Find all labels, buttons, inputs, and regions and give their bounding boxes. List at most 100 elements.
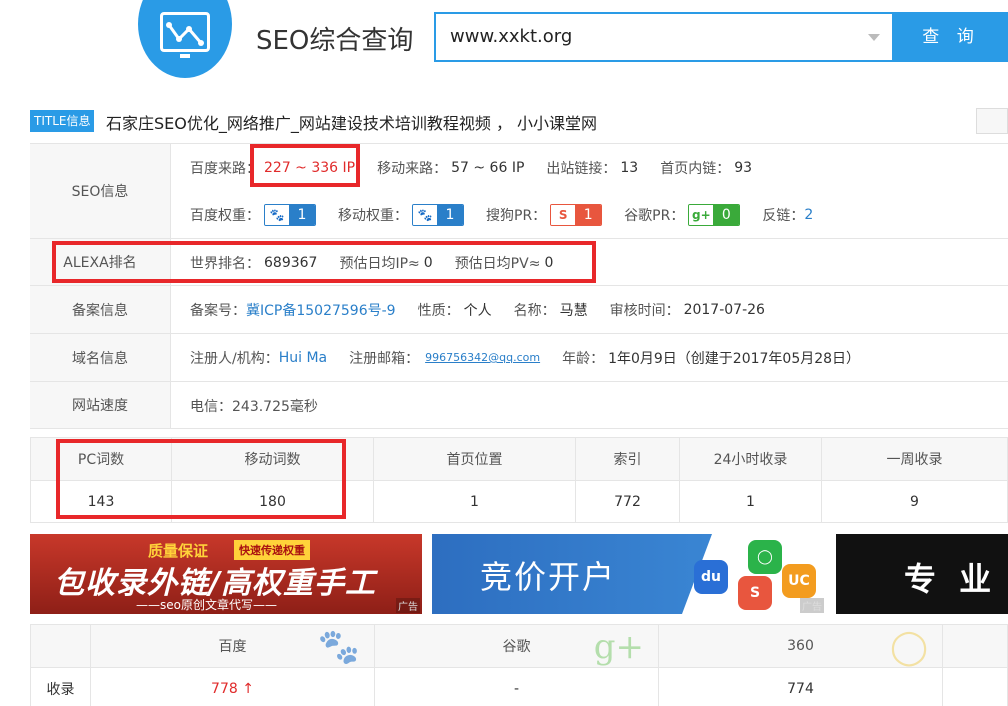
column-header: 移动词数 [171, 437, 374, 481]
sogou-icon: S [551, 204, 576, 225]
empty-cell [942, 667, 1008, 706]
sogou-pr-label: 搜狗PR： [486, 207, 547, 224]
alexa-row: ALEXA排名 世界排名： 689367 预估日均IP≈ 0 预估日均PV≈ 0 [30, 239, 1008, 286]
column-header: 索引 [575, 437, 680, 481]
ad-label: 广告 [396, 598, 420, 613]
speed-row: 网站速度 电信：243.725毫秒 [30, 382, 1008, 429]
engine-header-360: 360 ◯ [658, 624, 943, 668]
engine-name: 谷歌 [502, 639, 531, 655]
row-label: 备案信息 [30, 286, 171, 333]
domain-search-input[interactable]: www.xxkt.org [434, 12, 894, 62]
column-header: 首页位置 [373, 437, 576, 481]
monitor-stand [180, 54, 190, 58]
row-label: SEO信息 [30, 144, 171, 238]
sogou-app-icon: S [738, 576, 772, 610]
index-value: 772 [575, 480, 680, 523]
paw-icon: 🐾 [413, 204, 437, 225]
mobile-weight-label: 移动权重： [338, 207, 408, 224]
uc-app-icon: UC [782, 564, 816, 598]
daily-ip-value: 0 [423, 254, 433, 271]
mobile-weight-badge[interactable]: 🐾 1 [412, 203, 464, 226]
column-header: 一周收录 [821, 437, 1008, 481]
email-link[interactable]: 996756342@qq.com [425, 351, 540, 364]
speed-value: 电信：243.725毫秒 [190, 398, 318, 415]
ad-banner-bidding[interactable]: 竞价开户 du ◯ S UC 广告 [432, 534, 826, 614]
baidu-record-cell[interactable]: 778 ↑ [90, 667, 375, 706]
daily-pv-value: 0 [544, 254, 554, 271]
chevron-down-icon[interactable] [868, 34, 880, 41]
row-label: 域名信息 [30, 334, 171, 381]
ad-main-text: 竞价开户 [480, 558, 617, 596]
baidu-source-value[interactable]: 227 ~ 336 IP [264, 160, 355, 176]
icp-number-label: 备案号： [190, 302, 246, 319]
pc-words-value[interactable]: 143 [30, 480, 172, 523]
google-record-value: - [374, 667, 659, 706]
up-arrow-icon: ↑ [242, 680, 254, 697]
google-plus-icon: g+ [593, 627, 644, 667]
mobile-words-value[interactable]: 180 [171, 480, 374, 523]
column-header: PC词数 [30, 437, 172, 481]
column-header: 24小时收录 [679, 437, 822, 481]
seo-info-row: SEO信息 百度来路： 227 ~ 336 IP 移动来路： 57 ~ 66 IP … [30, 144, 1008, 239]
daily-pv-label: 预估日均PV≈ [454, 255, 541, 272]
baidu-app-icon: du [694, 560, 728, 594]
day-index-value: 1 [679, 480, 822, 523]
mobile-source-value[interactable]: 57 ~ 66 IP [451, 160, 524, 176]
baidu-source-label: 百度来路： [190, 160, 260, 177]
backlinks-link[interactable]: 2 [804, 207, 813, 223]
engine-name: 百度 [218, 639, 247, 655]
nature-label: 性质： [417, 302, 460, 319]
engine-name: 360 [787, 638, 814, 654]
chart-monitor-icon [160, 12, 210, 52]
engine-header-google: 谷歌 g+ [374, 624, 659, 668]
week-index-value: 9 [821, 480, 1008, 523]
review-label: 审核时间： [609, 302, 680, 319]
nature-value: 个人 [463, 302, 492, 319]
sogou-pr-badge[interactable]: S1 [550, 203, 603, 226]
title-info-badge: TITLE信息 [30, 110, 95, 132]
domain-row: 域名信息 注册人/机构： Hui Ma 注册邮箱： 996756342@qq.com… [30, 334, 1008, 382]
wechat-app-icon: ◯ [748, 540, 782, 574]
google-pr-label: 谷歌PR： [624, 207, 685, 224]
google-plus-icon: g+ [689, 204, 714, 225]
so360-record-value[interactable]: 774 [658, 667, 943, 706]
seo-info-table: SEO信息 百度来路： 227 ~ 336 IP 移动来路： 57 ~ 66 IP … [30, 143, 1008, 429]
mobile-source-label: 移动来路： [377, 160, 448, 177]
google-pr-badge[interactable]: g+ 0 [688, 203, 741, 226]
ad-banner-backlinks[interactable]: 质量保证 快速传递权重 包收录外链/高权重手工 ——seo原创文章代写—— 广告 [30, 534, 422, 614]
ad-label: 广告 [800, 598, 824, 613]
backlinks-label: 反链： [762, 207, 805, 224]
home-position-value: 1 [373, 480, 576, 523]
magnifier-icon: ◯ [889, 627, 928, 667]
page-title: SEO综合查询 [256, 26, 414, 56]
paw-icon: 🐾 [265, 204, 289, 225]
world-rank-label: 世界排名： [190, 255, 260, 272]
engine-header-baidu: 百度 🐾 [90, 624, 375, 668]
ad-main-text: 专 业 [904, 560, 998, 598]
empty-header [942, 624, 1008, 668]
world-rank-value: 689367 [264, 254, 318, 271]
age-value: 1年0月9日（创建于2017年05月28日） [608, 350, 861, 367]
row-label: 收录 [30, 667, 91, 706]
home-links-value[interactable]: 93 [734, 160, 752, 176]
empty-header [30, 624, 91, 668]
name-label: 名称： [513, 302, 556, 319]
outbound-value[interactable]: 13 [620, 160, 638, 176]
daily-ip-label: 预估日均IP≈ [339, 255, 420, 272]
icp-row: 备案信息 备案号： 冀ICP备15027596号-9 性质： 个人 名称： 马慧 审核… [30, 286, 1008, 334]
keyword-stats-table: PC词数 移动词数 首页位置 索引 24小时收录 一周收录 143 180 1 … [30, 437, 1008, 523]
baidu-weight-badge[interactable]: 🐾 1 [264, 203, 316, 226]
paw-icon: 🐾 [317, 627, 360, 667]
icp-number-link[interactable]: 冀ICP备15027596号-9 [246, 300, 396, 320]
row-label: ALEXA排名 [30, 239, 171, 285]
layers-icon[interactable] [976, 108, 1008, 134]
email-label: 注册邮箱： [349, 350, 420, 367]
baidu-record-value[interactable]: 778 [211, 681, 238, 697]
site-title-text: 石家庄SEO优化_网络推广_网站建设技术培训教程视频 ， 小小课堂网 [106, 114, 598, 133]
ad-tag-label: 快速传递权重 [234, 540, 310, 560]
ad-banner-professional[interactable]: 专 业 [836, 534, 1008, 614]
index-record-table: 百度 🐾 谷歌 g+ 360 ◯ 收录 778 ↑ - 774 [30, 624, 1008, 706]
search-button[interactable]: 查 询 [894, 12, 1008, 62]
registrant-link[interactable]: Hui Ma [279, 350, 327, 366]
home-links-label: 首页内链： [660, 160, 731, 177]
